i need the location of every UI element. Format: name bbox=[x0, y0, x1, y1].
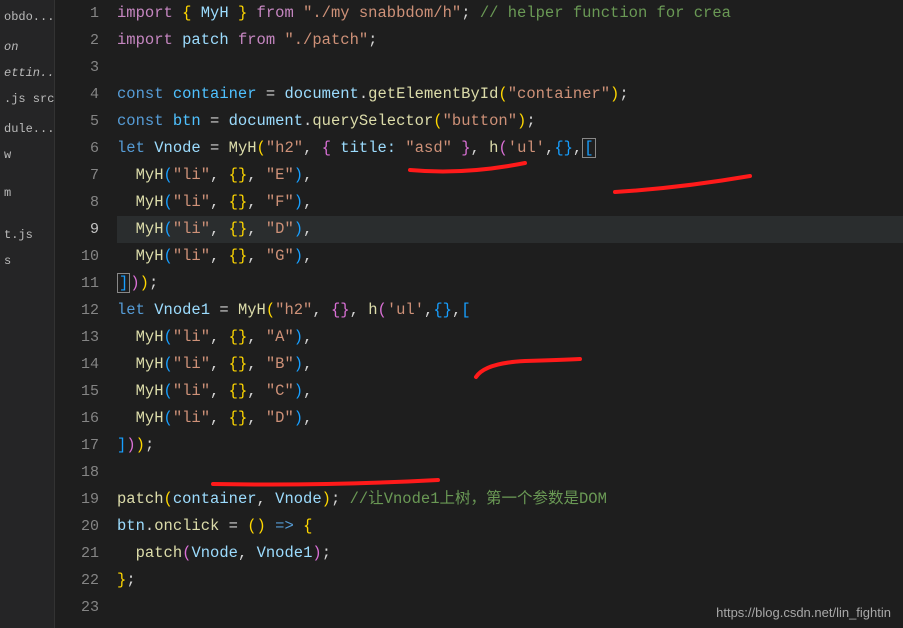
line-number: 2 bbox=[55, 27, 99, 54]
sidebar-file-item[interactable]: w bbox=[0, 142, 54, 168]
line-number-gutter: 1234567891011121314151617181920212223 bbox=[55, 0, 117, 628]
code-line[interactable]: import patch from "./patch"; bbox=[117, 27, 903, 54]
line-number: 1 bbox=[55, 0, 99, 27]
sidebar-file-item[interactable]: obdo... bbox=[0, 4, 54, 30]
code-line[interactable]: btn.onclick = () => { bbox=[117, 513, 903, 540]
line-number: 7 bbox=[55, 162, 99, 189]
sidebar-file-item[interactable]: dule... bbox=[0, 116, 54, 142]
line-number: 21 bbox=[55, 540, 99, 567]
line-number: 23 bbox=[55, 594, 99, 621]
code-line[interactable] bbox=[117, 54, 903, 81]
line-number: 22 bbox=[55, 567, 99, 594]
code-line[interactable]: const container = document.getElementByI… bbox=[117, 81, 903, 108]
code-area[interactable]: import { MyH } from "./my snabbdom/h"; /… bbox=[117, 0, 903, 628]
line-number: 6 bbox=[55, 135, 99, 162]
code-line[interactable]: import { MyH } from "./my snabbdom/h"; /… bbox=[117, 0, 903, 27]
file-explorer-sidebar[interactable]: obdo... onettin....js src dule...wm t.jss bbox=[0, 0, 55, 628]
code-line[interactable]: MyH("li", {}, "D"), bbox=[117, 405, 903, 432]
line-number: 20 bbox=[55, 513, 99, 540]
watermark: https://blog.csdn.net/lin_fightin bbox=[716, 605, 891, 620]
line-number: 5 bbox=[55, 108, 99, 135]
line-number: 3 bbox=[55, 54, 99, 81]
code-line[interactable]: patch(Vnode, Vnode1); bbox=[117, 540, 903, 567]
code-line[interactable]: MyH("li", {}, "C"), bbox=[117, 378, 903, 405]
code-line[interactable]: MyH("li", {}, "D"), bbox=[117, 216, 903, 243]
line-number: 10 bbox=[55, 243, 99, 270]
line-number: 16 bbox=[55, 405, 99, 432]
line-number: 14 bbox=[55, 351, 99, 378]
code-line[interactable]: MyH("li", {}, "A"), bbox=[117, 324, 903, 351]
line-number: 17 bbox=[55, 432, 99, 459]
code-line[interactable]: MyH("li", {}, "E"), bbox=[117, 162, 903, 189]
sidebar-file-item[interactable]: s bbox=[0, 248, 54, 274]
code-line[interactable]: ])); bbox=[117, 432, 903, 459]
code-line[interactable]: ])); bbox=[117, 270, 903, 297]
line-number: 13 bbox=[55, 324, 99, 351]
code-line[interactable]: MyH("li", {}, "B"), bbox=[117, 351, 903, 378]
line-number: 4 bbox=[55, 81, 99, 108]
line-number: 19 bbox=[55, 486, 99, 513]
line-number: 15 bbox=[55, 378, 99, 405]
sidebar-file-item[interactable]: t.js bbox=[0, 222, 54, 248]
sidebar-file-item[interactable]: ettin... bbox=[0, 60, 54, 86]
sidebar-file-item[interactable]: m bbox=[0, 180, 54, 206]
sidebar-file-item[interactable]: .js src bbox=[0, 86, 54, 112]
code-line[interactable]: let Vnode = MyH("h2", { title: "asd" }, … bbox=[117, 135, 903, 162]
line-number: 8 bbox=[55, 189, 99, 216]
line-number: 9 bbox=[55, 216, 99, 243]
code-line[interactable] bbox=[117, 459, 903, 486]
line-number: 12 bbox=[55, 297, 99, 324]
code-line[interactable]: let Vnode1 = MyH("h2", {}, h('ul',{},[ bbox=[117, 297, 903, 324]
code-line[interactable]: patch(container, Vnode); //让Vnode1上树，第一个… bbox=[117, 486, 903, 513]
code-line[interactable]: MyH("li", {}, "F"), bbox=[117, 189, 903, 216]
code-line[interactable]: MyH("li", {}, "G"), bbox=[117, 243, 903, 270]
code-line[interactable]: const btn = document.querySelector("butt… bbox=[117, 108, 903, 135]
line-number: 18 bbox=[55, 459, 99, 486]
code-editor[interactable]: 1234567891011121314151617181920212223 im… bbox=[55, 0, 903, 628]
code-line[interactable]: }; bbox=[117, 567, 903, 594]
line-number: 11 bbox=[55, 270, 99, 297]
sidebar-file-item[interactable]: on bbox=[0, 34, 54, 60]
